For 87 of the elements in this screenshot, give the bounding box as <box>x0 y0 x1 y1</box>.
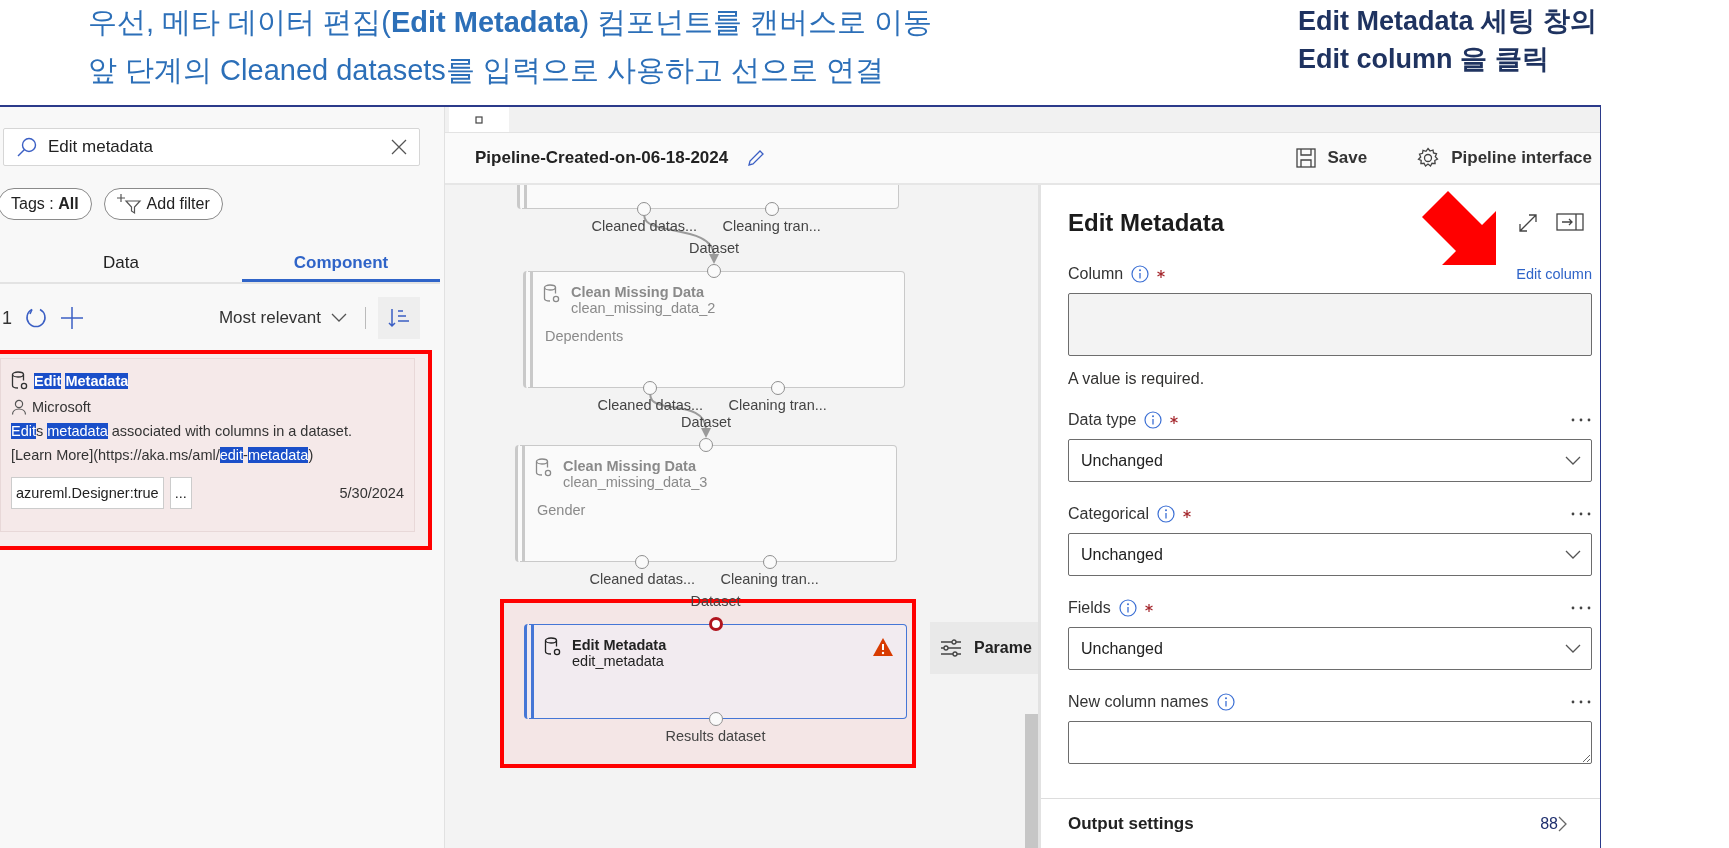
port-label: Cleaning tran... <box>720 571 819 587</box>
port-label: Cleaned datas... <box>597 397 704 413</box>
dropdown[interactable]: Unchanged <box>1068 533 1592 577</box>
search-field[interactable]: Edit metadata <box>3 128 420 166</box>
input-port[interactable] <box>707 264 721 278</box>
panel-title: Edit Metadata <box>1068 208 1225 237</box>
result-count: 1 <box>2 307 12 329</box>
caption-text: 앞 단계의 Cleaned datasets를 입력으로 사용하고 선으로 연결 <box>88 53 886 88</box>
component-description: Edits metadata associated with columns in a dataset. <box>11 423 353 439</box>
dock-panel-icon[interactable] <box>1556 212 1584 231</box>
more-tags-chip[interactable]: ... <box>169 477 192 509</box>
settings-icon <box>1417 147 1440 169</box>
dropdown[interactable]: Unchanged <box>1068 439 1592 483</box>
node-title: Edit Metadata <box>572 637 667 653</box>
save-icon <box>1295 148 1316 168</box>
chevron-down-icon <box>1565 643 1581 654</box>
chevron-down-icon <box>331 313 347 323</box>
save-button[interactable]: Save <box>1289 147 1374 169</box>
port-label: Cleaning tran... <box>728 397 827 413</box>
tab[interactable]: Data <box>22 246 220 282</box>
node-detail: Gender <box>536 501 587 518</box>
info-icon[interactable] <box>1156 505 1175 524</box>
column-field[interactable] <box>1068 293 1592 357</box>
output-port[interactable] <box>635 555 650 569</box>
output-port[interactable] <box>643 381 658 395</box>
date-text: 5/30/2024 <box>339 485 404 501</box>
text-area[interactable] <box>1068 721 1592 765</box>
port-label: Dataset <box>681 414 731 430</box>
node-name: clean_missing_data_3 <box>563 474 708 490</box>
edit-column-link[interactable]: Edit column <box>1516 266 1592 283</box>
chevron-down-icon <box>1565 455 1581 466</box>
port-label: Results dataset <box>665 728 766 744</box>
port-label: Dataset <box>689 240 739 256</box>
tag-chip[interactable]: azureml.Designer:true <box>11 477 164 509</box>
node-name: clean_missing_data_2 <box>571 300 716 316</box>
plus-icon[interactable] <box>60 306 84 330</box>
tab[interactable]: Component <box>242 246 440 282</box>
output-port[interactable] <box>637 202 652 216</box>
caption-text: Edit column 을 클릭 <box>1298 43 1550 76</box>
more-icon[interactable] <box>1570 417 1592 424</box>
tab-icon <box>475 116 483 124</box>
sort-dropdown[interactable]: Most relevant <box>212 307 353 329</box>
input-port[interactable] <box>699 438 713 452</box>
close-icon[interactable] <box>391 139 407 155</box>
add-filter-icon <box>116 193 143 215</box>
search-icon <box>16 136 38 158</box>
info-icon[interactable] <box>1144 411 1163 430</box>
pipeline-node[interactable]: Edit Metadata edit_metadata <box>524 624 907 719</box>
add-filter-chip[interactable]: Add filter <box>103 188 223 220</box>
chevron-down-icon <box>1565 549 1581 560</box>
tags-chip[interactable]: Tags : All <box>0 188 92 220</box>
node-title: Clean Missing Data <box>571 284 705 300</box>
caption-text: 우선, 메타 데이터 편집(Edit Metadata) 컴포넌트를 캔버스로 이동 <box>88 5 934 40</box>
info-icon[interactable] <box>1216 693 1235 712</box>
scrollbar[interactable] <box>1025 714 1038 848</box>
canvas-tab[interactable] <box>449 107 509 132</box>
port-label: Cleaned datas... <box>589 571 696 587</box>
author-name: Microsoft <box>32 399 91 415</box>
parameters-button[interactable]: Parame <box>930 622 1038 674</box>
node-title: Clean Missing Data <box>563 458 697 474</box>
more-icon[interactable] <box>1570 699 1592 706</box>
more-icon[interactable] <box>1570 605 1592 612</box>
dropdown[interactable]: Unchanged <box>1068 627 1592 671</box>
caption-text: Edit Metadata 세팅 창의 <box>1298 5 1598 38</box>
info-icon[interactable] <box>1131 265 1150 284</box>
expand-icon[interactable] <box>1518 212 1538 233</box>
refresh-icon[interactable] <box>24 306 48 330</box>
person-icon <box>11 399 27 415</box>
chevron-right-icon <box>1558 815 1568 832</box>
field-label: Categorical <box>1068 505 1149 524</box>
port-label: Cleaned datas... <box>591 218 698 234</box>
sort-icon <box>388 308 410 328</box>
field-label: Column <box>1068 265 1124 284</box>
node-detail: Dependents <box>544 327 625 344</box>
pipeline-title: Pipeline-Created-on-06-18-2024 <box>475 148 729 168</box>
sort-order-button[interactable] <box>378 297 420 339</box>
more-icon[interactable] <box>1570 511 1592 518</box>
port-label: Cleaning tran... <box>722 218 821 234</box>
settings-button[interactable]: Pipeline interface <box>1411 146 1598 170</box>
field-label: New column names <box>1068 693 1209 712</box>
sliders-icon <box>940 639 962 657</box>
output-settings-row[interactable]: Output settings 88 <box>1041 798 1600 848</box>
info-icon[interactable] <box>1118 599 1137 618</box>
node-name: edit_metadata <box>572 653 665 669</box>
field-label: Fields <box>1068 599 1111 618</box>
error-message: A value is required. <box>1068 370 1206 389</box>
field-label: Data type <box>1068 411 1137 430</box>
